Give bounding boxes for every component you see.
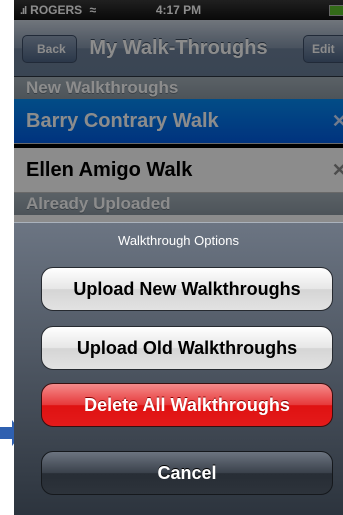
- cancel-button[interactable]: Cancel: [41, 451, 333, 495]
- delete-all-button[interactable]: Delete All Walkthroughs: [41, 383, 333, 427]
- upload-old-button[interactable]: Upload Old Walkthroughs: [41, 326, 333, 370]
- action-sheet-title: Walkthrough Options: [118, 233, 239, 248]
- phone-screen: .ıl ROGERS ≈ 4:17 PM Back My Walk-Through…: [14, 0, 343, 515]
- upload-new-button[interactable]: Upload New Walkthroughs: [41, 267, 333, 311]
- action-sheet: Walkthrough Options Upload New Walkthrou…: [14, 222, 343, 515]
